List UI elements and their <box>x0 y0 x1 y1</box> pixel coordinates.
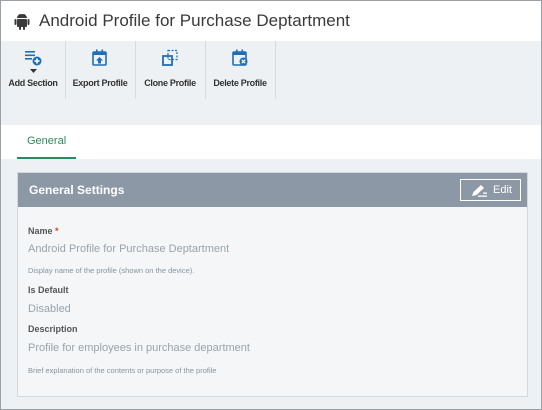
edit-button-label: Edit <box>493 184 512 196</box>
edit-icon <box>472 185 487 197</box>
clone-profile-label: Clone Profile <box>144 78 196 88</box>
add-section-button[interactable]: Add Section <box>1 41 66 99</box>
export-profile-button[interactable]: Export Profile <box>65 41 136 99</box>
is-default-label: Is Default <box>28 285 69 295</box>
name-help-text: Display name of the profile (shown on th… <box>28 266 195 275</box>
name-label: Name * <box>28 226 59 236</box>
delete-profile-icon <box>232 49 248 66</box>
clone-profile-button[interactable]: Clone Profile <box>135 41 206 99</box>
delete-profile-button[interactable]: Delete Profile <box>205 41 276 99</box>
edit-button[interactable]: Edit <box>460 179 521 201</box>
description-label: Description <box>28 324 78 334</box>
panel-header: General Settings Edit <box>18 173 527 207</box>
required-marker: * <box>55 226 59 236</box>
page-title: Android Profile for Purchase Deptartment <box>39 11 350 30</box>
tab-general-label: General <box>27 135 67 147</box>
name-label-text: Name <box>28 226 53 236</box>
tab-bar: General <box>1 125 541 159</box>
delete-profile-label: Delete Profile <box>213 78 267 88</box>
description-value: Profile for employees in purchase depart… <box>28 342 250 354</box>
title-bar: Android Profile for Purchase Deptartment <box>1 1 541 41</box>
description-help-text: Brief explanation of the contents or pur… <box>28 366 217 375</box>
android-icon <box>14 13 30 30</box>
chevron-down-icon <box>30 69 37 73</box>
add-section-label: Add Section <box>8 78 58 88</box>
tab-active-indicator <box>17 157 76 159</box>
toolbar: Add Section Export Profile Clone Profile <box>1 41 276 99</box>
window: Android Profile for Purchase Deptartment… <box>0 0 542 410</box>
general-settings-panel: General Settings Edit Name * Android Pro… <box>17 172 528 397</box>
export-profile-icon <box>92 49 107 66</box>
add-section-icon <box>25 51 42 66</box>
clone-profile-icon <box>162 49 178 66</box>
panel-title: General Settings <box>29 183 125 197</box>
is-default-value: Disabled <box>28 303 71 315</box>
name-value: Android Profile for Purchase Deptartment <box>28 243 230 255</box>
tab-general[interactable]: General <box>17 125 76 159</box>
export-profile-label: Export Profile <box>72 78 128 88</box>
